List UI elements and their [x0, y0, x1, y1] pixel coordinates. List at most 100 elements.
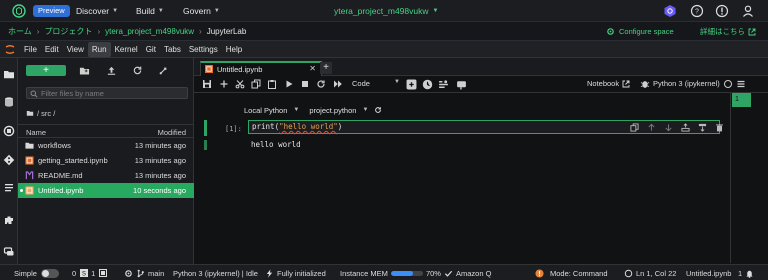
notebook-toolbar: Code ▼ Notebook Python 3 (ipykernel) [194, 76, 768, 93]
gear-icon [607, 28, 614, 35]
output-collapser[interactable] [204, 140, 207, 150]
save-icon[interactable] [202, 79, 212, 89]
toggle-switch[interactable] [40, 268, 59, 278]
project-file-select[interactable]: project.python [309, 106, 356, 115]
cell-type-select[interactable]: Code ▼ [352, 79, 400, 88]
notebook-icon [25, 156, 34, 165]
table-of-contents-icon[interactable] [3, 182, 15, 194]
move-up-icon[interactable] [647, 123, 656, 132]
menu-edit[interactable]: Edit [41, 42, 63, 57]
git-icon[interactable] [3, 154, 15, 166]
filter-files-input[interactable]: Filter files by name [26, 87, 188, 99]
variables-icon[interactable] [438, 79, 449, 90]
nav-govern[interactable]: Govern ▼ [183, 4, 220, 18]
menu-git[interactable]: Git [142, 42, 160, 57]
running-kernels-icon[interactable] [3, 125, 15, 137]
paste-icon[interactable] [267, 79, 277, 89]
git-clone-icon[interactable] [158, 65, 169, 76]
modified-column-header[interactable]: Modified [158, 128, 186, 137]
mode-status[interactable]: Mode: Command [535, 265, 608, 280]
menu-kernel[interactable]: Kernel [111, 42, 142, 57]
add-cell-icon[interactable] [219, 79, 229, 89]
activity-bar [0, 58, 18, 264]
breadcrumb-home[interactable]: ホーム [8, 26, 32, 37]
jupyter-logo-icon [5, 45, 15, 54]
stop-icon[interactable] [300, 79, 310, 89]
svg-text:S: S [82, 272, 86, 278]
kernel-init-status: Fully initialized [265, 265, 326, 280]
menu-icon[interactable] [736, 79, 746, 89]
chevron-down-icon: ▼ [213, 8, 220, 14]
duplicate-cell-icon[interactable] [630, 123, 639, 132]
git-branch-status[interactable]: main [136, 265, 164, 280]
run-icon[interactable] [284, 79, 294, 89]
cursor-status[interactable]: Ln 1, Col 22 [624, 265, 676, 280]
amazon-q-status[interactable]: Amazon Q [444, 265, 491, 280]
database-icon[interactable] [3, 96, 15, 108]
amazon-q-icon[interactable] [663, 4, 677, 18]
menu-settings[interactable]: Settings [185, 42, 222, 57]
current-path[interactable]: / src / [26, 107, 55, 119]
nav-build[interactable]: Build ▼ [136, 4, 164, 18]
extensions-icon[interactable] [3, 214, 15, 226]
environment-select[interactable]: Local Python [244, 106, 287, 115]
menu-help[interactable]: Help [222, 42, 246, 57]
delete-cell-icon[interactable] [715, 123, 724, 132]
new-tab-button[interactable]: + [320, 62, 332, 74]
name-column-header[interactable]: Name [26, 128, 46, 137]
settings-status[interactable] [124, 265, 136, 280]
file-item-getting-started[interactable]: getting_started.ipynb 13 minutes ago [18, 153, 194, 168]
bug-icon[interactable] [640, 79, 650, 89]
refresh-icon[interactable] [374, 106, 382, 114]
folder-icon[interactable] [3, 68, 15, 80]
tab-untitled[interactable]: Untitled.ipynb ✕ [200, 61, 322, 76]
file-item-workflows[interactable]: workflows 13 minutes ago [18, 138, 194, 153]
environment-bar: Local Python ▼ project.python ▼ [244, 104, 382, 116]
insert-below-icon[interactable] [698, 123, 707, 132]
upload-icon[interactable] [106, 65, 117, 76]
new-launcher-button[interactable]: + [26, 65, 66, 76]
notebook-icon [25, 186, 34, 195]
user-icon[interactable] [741, 4, 755, 18]
restart-run-all-icon[interactable] [333, 79, 343, 89]
sagemaker-logo-icon[interactable] [12, 4, 26, 18]
open-in-notebook-button[interactable]: Notebook [587, 79, 630, 88]
refresh-icon[interactable] [132, 65, 143, 76]
project-selector[interactable]: ytera_project_m498vukw ▼ [334, 4, 438, 18]
file-item-untitled[interactable]: Untitled.ipynb 10 seconds ago [18, 183, 194, 198]
menu-file[interactable]: File [20, 42, 41, 57]
chevron-down-icon: ▼ [293, 107, 300, 113]
notifications-icon[interactable] [715, 4, 729, 18]
notifications-status[interactable]: 1 [738, 265, 754, 280]
new-folder-icon[interactable] [79, 65, 90, 76]
menu-tabs[interactable]: Tabs [160, 42, 185, 57]
breadcrumb-project-name[interactable]: ytera_project_m498vukw [105, 27, 194, 36]
menu-view[interactable]: View [63, 42, 88, 57]
insert-above-icon[interactable] [681, 123, 690, 132]
kernel-name[interactable]: Python 3 (ipykernel) [653, 79, 720, 88]
minimap-cell-marker[interactable]: 1 [732, 93, 751, 107]
file-item-readme[interactable]: README.md 13 minutes ago [18, 168, 194, 183]
git-diff-icon[interactable] [406, 79, 417, 90]
clock-icon[interactable] [422, 79, 433, 90]
chat-icon[interactable] [3, 246, 15, 258]
configure-space-button[interactable]: Configure space [606, 22, 674, 41]
open-indicator [20, 189, 23, 192]
restart-kernel-icon[interactable] [316, 79, 326, 89]
help-icon[interactable]: ? [690, 4, 704, 18]
cell-output: hello world [251, 140, 301, 149]
simple-mode-toggle[interactable]: Simple [14, 265, 59, 280]
active-cell-indicator[interactable] [204, 120, 207, 136]
format-icon[interactable] [456, 79, 467, 90]
kernel-status[interactable]: Python 3 (ipykernel) | Idle [173, 265, 258, 280]
terminals-count[interactable]: 0 S 1 [72, 265, 108, 280]
nav-discover[interactable]: Discover ▼ [76, 4, 118, 18]
close-tab-icon[interactable]: ✕ [309, 64, 316, 73]
copy-icon[interactable] [251, 79, 261, 89]
breadcrumb-projects[interactable]: プロジェクト [44, 26, 92, 37]
move-down-icon[interactable] [664, 123, 673, 132]
learn-more-link[interactable]: 詳細はこちら [700, 22, 756, 41]
gear-icon [125, 269, 132, 277]
cut-icon[interactable] [235, 79, 245, 89]
menu-run[interactable]: Run [87, 42, 111, 57]
